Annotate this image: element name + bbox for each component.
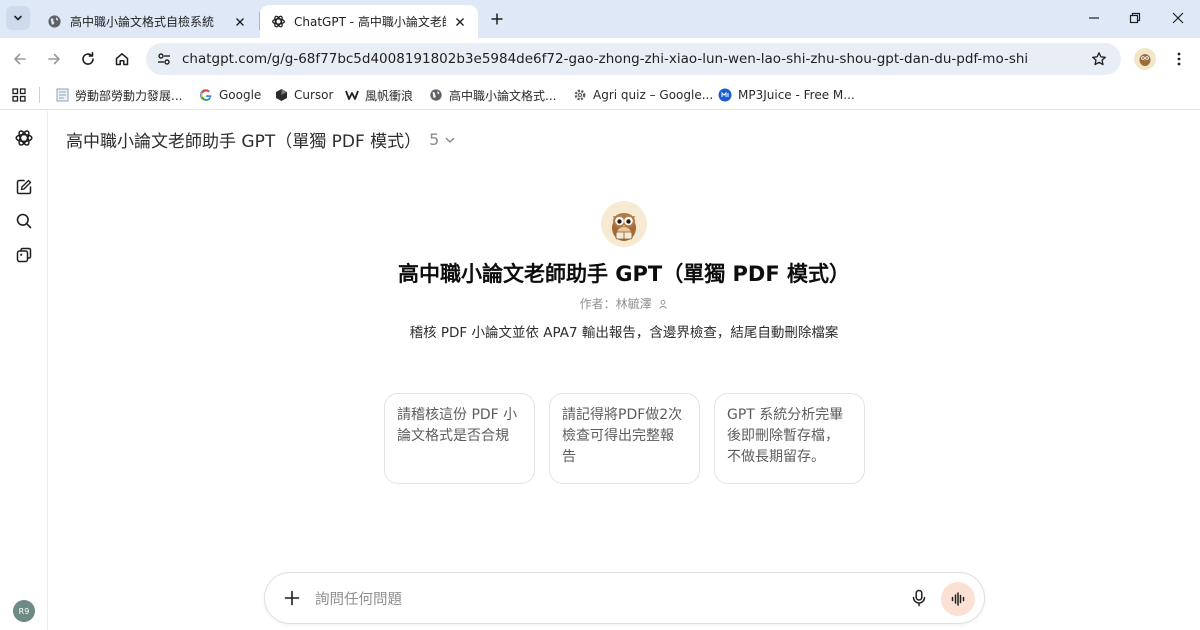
reload-button[interactable] (76, 47, 100, 71)
minimize-button[interactable] (1081, 6, 1107, 30)
tab-format-checker[interactable]: 高中職小論文格式自檢系統 (36, 5, 258, 38)
minimize-icon (1089, 17, 1099, 19)
site-settings-icon[interactable] (154, 49, 174, 69)
bookmark-label: Cursor (294, 88, 334, 102)
author-text: 作者：林毓澤 (579, 297, 652, 311)
w-icon (345, 88, 359, 102)
bookmark-labor-ministry[interactable]: 勞動部勞動力發展... (55, 85, 182, 105)
new-tab-button[interactable] (486, 8, 508, 30)
composer (264, 572, 985, 624)
openai-logo-icon[interactable] (13, 127, 35, 149)
close-tab-icon[interactable] (232, 14, 248, 30)
bookmarks-bar: 勞動部勞動力發展... Google Cursor 風帆衝浪 高中職小論文格式.… (0, 80, 1200, 110)
plus-icon (491, 13, 503, 25)
microphone-icon (912, 589, 926, 607)
doc-icon (55, 88, 69, 102)
globe-icon (46, 14, 62, 30)
bookmark-google[interactable]: Google (199, 85, 261, 105)
user-avatar[interactable]: R9 (13, 600, 35, 622)
bookmark-label: Google (219, 88, 262, 102)
openai-icon (270, 14, 286, 30)
arrow-right-icon (48, 53, 60, 65)
person-icon (659, 299, 668, 309)
search-icon[interactable] (13, 210, 35, 232)
tab-search-button[interactable] (6, 6, 30, 30)
bookmark-format-checker[interactable]: 高中職小論文格式... (429, 85, 556, 105)
bookmark-label: MP3Juice - Free M... (738, 88, 855, 102)
restore-icon (1129, 12, 1141, 24)
plus-icon (284, 590, 300, 606)
browser-menu-button[interactable] (1168, 48, 1190, 70)
attach-button[interactable] (282, 588, 302, 608)
url-text[interactable]: chatgpt.com/g/g-68f77bc5d4008191802b3e59… (182, 51, 1089, 67)
bookmark-label: 高中職小論文格式... (449, 88, 557, 103)
google-icon (199, 88, 213, 102)
starter-card-2[interactable]: 請記得將PDF做2次檢查可得出完整報告 (549, 393, 700, 484)
bookmark-cursor[interactable]: Cursor (274, 85, 333, 105)
bookmark-agri-quiz[interactable]: Agri quiz – Google... (573, 85, 713, 105)
profile-avatar[interactable] (1134, 48, 1156, 70)
home-icon (115, 53, 129, 66)
globe-icon (429, 88, 443, 102)
gpt-header-title: 高中職小論文老師助手 GPT（單獨 PDF 模式） (66, 132, 422, 152)
reload-icon (82, 52, 94, 65)
starter-card-1[interactable]: 請稽核這份 PDF 小論文格式是否合規 (384, 393, 535, 484)
close-window-button[interactable] (1165, 6, 1191, 30)
owl-icon (1139, 54, 1151, 66)
tab-chatgpt[interactable]: ChatGPT - 高中職小論文老師助手 (260, 5, 478, 38)
close-icon (1172, 12, 1184, 24)
starter-card-3[interactable]: GPT 系統分析完畢後即刪除暫存檔，不做長期留存。 (714, 393, 865, 484)
music-icon (718, 88, 732, 102)
bookmark-windsurf[interactable]: 風帆衝浪 (345, 85, 413, 105)
chevron-down-icon (14, 15, 22, 21)
model-selector[interactable]: 高中職小論文老師助手 GPT（單獨 PDF 模式） 5 (66, 127, 457, 152)
model-version: 5 (429, 130, 440, 149)
more-vertical-icon (1177, 52, 1181, 66)
bookmark-label: Agri quiz – Google... (593, 88, 714, 102)
bookmark-label: 勞動部勞動力發展... (75, 88, 183, 103)
apps-grid-icon[interactable] (10, 86, 28, 104)
chatgpt-app: R9 高中職小論文老師助手 GPT（單獨 PDF 模式） 5 高中職小論文老師助… (0, 111, 1200, 630)
gear-icon (573, 88, 587, 102)
bookmark-star-icon[interactable] (1089, 49, 1109, 69)
back-button[interactable] (8, 47, 32, 71)
dictate-button[interactable] (909, 588, 929, 608)
tab-strip: 高中職小論文格式自檢系統 ChatGPT - 高中職小論文老師助手 (0, 0, 1200, 38)
bookmarks-divider (39, 87, 40, 103)
waveform-icon (951, 592, 965, 606)
cursor-icon (274, 88, 288, 102)
gpt-description: 稽核 PDF 小論文並依 APA7 輸出報告，含邊界檢查，結尾自動刪除檔案 (409, 325, 839, 341)
new-chat-icon[interactable] (13, 176, 35, 198)
tab-title: 高中職小論文格式自檢系統 (70, 15, 215, 29)
forward-button[interactable] (42, 47, 66, 71)
tab-title: ChatGPT - 高中職小論文老師助手 (294, 15, 446, 29)
chevron-down-icon (443, 133, 457, 147)
sidebar-rail: R9 (0, 111, 48, 630)
gpt-author: 作者：林毓澤 (0, 295, 1200, 312)
gpt-title: 高中職小論文老師助手 GPT（單獨 PDF 模式） (397, 262, 851, 286)
bookmark-label: 風帆衝浪 (365, 88, 414, 103)
gpt-avatar (601, 201, 647, 247)
home-button[interactable] (110, 47, 134, 71)
prompt-input[interactable] (315, 590, 875, 610)
owl-icon (612, 213, 636, 241)
close-tab-icon[interactable] (452, 14, 468, 30)
browser-toolbar: chatgpt.com/g/g-68f77bc5d4008191802b3e59… (0, 38, 1200, 80)
bookmark-mp3juice[interactable]: MP3Juice - Free M... (718, 85, 855, 105)
address-bar[interactable]: chatgpt.com/g/g-68f77bc5d4008191802b3e59… (146, 43, 1121, 75)
arrow-left-icon (14, 53, 26, 65)
restore-button[interactable] (1122, 6, 1148, 30)
voice-mode-button[interactable] (941, 582, 975, 616)
